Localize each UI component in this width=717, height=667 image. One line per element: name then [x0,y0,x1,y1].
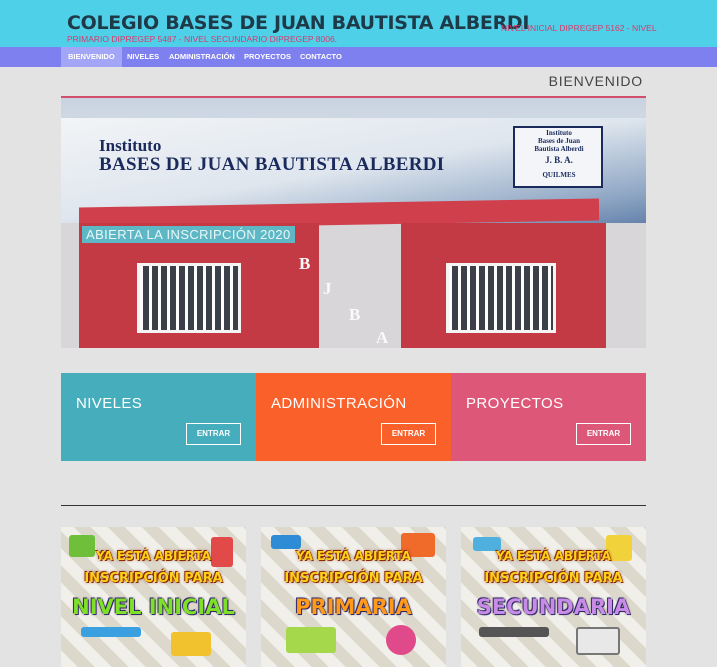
card-administracion: ADMINISTRACIÓN ENTRAR [256,373,451,461]
card-title: NIVELES [76,395,143,412]
hero-letter: J [323,279,332,298]
site-subtitle-line2: PRIMARIO DIPREGEP 5487 - NIVEL SECUNDARI… [67,34,338,44]
enter-button-niveles[interactable]: ENTRAR [186,423,241,445]
emblem-line: Bautista Alberdi [534,145,584,154]
hero-letter: A [376,328,389,347]
hero-letter: B [299,254,311,273]
hero-sign-line2: BASES DE JUAN BAUTISTA ALBERDI [99,154,445,175]
compass-icon [576,627,620,655]
enter-button-proyectos[interactable]: ENTRAR [576,423,631,445]
hero-slider[interactable]: Instituto BASES DE JUAN BAUTISTA ALBERDI… [61,96,646,348]
nav-item-administracion[interactable]: ADMINISTRACIÓN [162,47,242,67]
emblem-line: J. B. A. [545,155,573,166]
eraser-icon [171,632,211,656]
nav-item-proyectos[interactable]: PROYECTOS [237,47,298,67]
promo-line1: YA ESTÁ ABIERTA [96,549,211,563]
promo-secundaria[interactable]: YA ESTÁ ABIERTA INSCRIPCIÓN PARA SECUNDA… [461,527,646,667]
card-title: PROYECTOS [466,395,564,412]
site-title[interactable]: COLEGIO BASES DE JUAN BAUTISTA ALBERDI [67,12,529,34]
promo-line2: INSCRIPCIÓN PARA [84,571,223,586]
hero-window-left [137,263,241,333]
hero-sign-line1: Instituto [99,136,162,155]
notebook-icon [286,627,336,653]
promo-line1: YA ESTÁ ABIERTA [496,549,611,563]
promo-level-title: NIVEL INICIAL [72,595,235,619]
section-divider [61,505,646,506]
promo-level-title: PRIMARIA [295,595,412,619]
scissors-icon [386,625,416,655]
promo-line2: INSCRIPCIÓN PARA [284,571,423,586]
card-niveles: NIVELES ENTRAR [61,373,256,461]
site-subtitle-line1: NIVEL INICIAL DIPREGEP 5162 - NIVEL [501,23,657,33]
hero-caption[interactable]: ABIERTA LA INSCRIPCIÓN 2020 [82,226,295,243]
pencil-icon [271,535,301,549]
promo-level-title: SECUNDARIA [476,595,631,619]
hero-letter: B [349,305,361,324]
emblem-line: QUILMES [542,171,576,180]
site-header: COLEGIO BASES DE JUAN BAUTISTA ALBERDI N… [0,0,717,47]
page-title: BIENVENIDO [548,73,643,89]
hero-window-right [446,263,556,333]
nav-item-bienvenido[interactable]: BIENVENIDO [61,47,122,67]
ruler-icon [81,627,141,637]
enter-button-administracion[interactable]: ENTRAR [381,423,436,445]
emblem-line: Instituto [546,129,572,137]
nav-item-niveles[interactable]: NIVELES [120,47,166,67]
card-proyectos: PROYECTOS ENTRAR [451,373,646,461]
card-title: ADMINISTRACIÓN [271,395,407,412]
main-nav: BIENVENIDO NIVELES ADMINISTRACIÓN PROYEC… [0,47,717,67]
nav-item-contacto[interactable]: CONTACTO [293,47,349,67]
promo-primaria[interactable]: YA ESTÁ ABIERTA INSCRIPCIÓN PARA PRIMARI… [261,527,446,667]
emblem-line: Bases de Juan [537,137,580,146]
promo-nivel-inicial[interactable]: YA ESTÁ ABIERTA INSCRIPCIÓN PARA NIVEL I… [61,527,246,667]
school-emblem-text: Instituto Bases de Juan Bautista Alberdi… [521,129,597,180]
pen-icon [479,627,549,637]
promo-line1: YA ESTÁ ABIERTA [296,549,411,563]
promo-line2: INSCRIPCIÓN PARA [484,571,623,586]
